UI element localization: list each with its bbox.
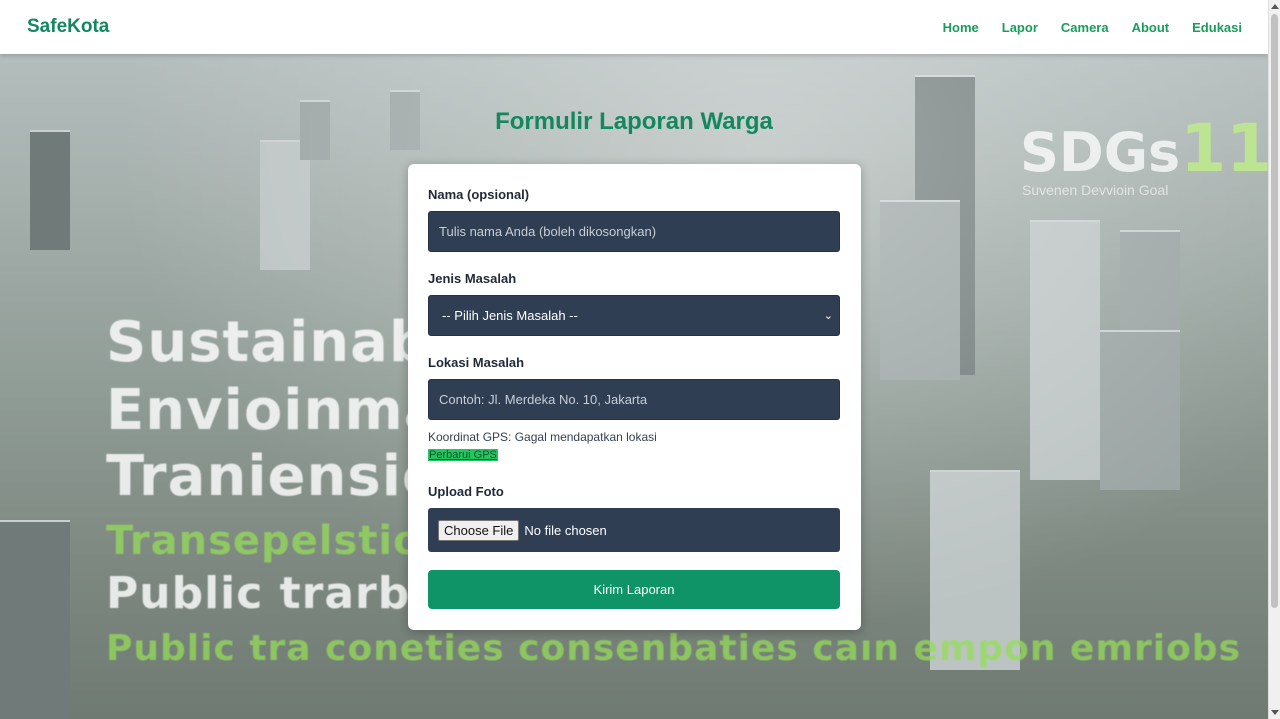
upload-label: Upload Foto (428, 484, 504, 499)
nav-link-about[interactable]: About (1132, 20, 1170, 35)
scroll-down-icon[interactable] (1271, 710, 1279, 715)
refresh-gps-link[interactable]: Perbarui GPS (428, 449, 498, 461)
location-input[interactable]: Contoh: Jl. Merdeka No. 10, Jakarta (428, 379, 840, 420)
issue-type-selected: -- Pilih Jenis Masalah -- (442, 308, 578, 323)
page-title: Formulir Laporan Warga (495, 108, 773, 135)
brand-logo[interactable]: SafeKota (27, 16, 109, 38)
file-status: No file chosen (524, 522, 607, 538)
name-input[interactable]: Tulis nama Anda (boleh dikosongkan) (428, 211, 840, 252)
nav-link-home[interactable]: Home (943, 20, 979, 35)
page-scrollbar[interactable] (1268, 0, 1280, 719)
nav-link-lapor[interactable]: Lapor (1002, 20, 1038, 35)
nav-link-camera[interactable]: Camera (1061, 20, 1109, 35)
submit-report-button[interactable]: Kirim Laporan (428, 570, 840, 609)
choose-file-button[interactable]: Choose File (438, 519, 520, 541)
navbar: SafeKota Home Lapor Camera About Edukasi (0, 0, 1268, 54)
location-label: Lokasi Masalah (428, 355, 525, 370)
issue-type-label: Jenis Masalah (428, 271, 517, 286)
report-form-card: Nama (opsional) Tulis nama Anda (boleh d… (408, 164, 861, 630)
issue-type-select[interactable]: -- Pilih Jenis Masalah -- ⌄ (428, 295, 840, 336)
nav-links: Home Lapor Camera About Edukasi (920, 20, 1242, 35)
chevron-down-icon: ⌄ (823, 310, 833, 322)
background-caption-line: Public tra coneties consenbaties caın em… (106, 628, 1242, 669)
background-caption-line: Transepelstion (106, 518, 452, 564)
sdg-logo-subtitle: Suvenen Devvioin Goal (1022, 182, 1169, 198)
gps-status: Koordinat GPS: Gagal mendapatkan lokasi (428, 430, 657, 444)
scrollbar-thumb[interactable] (1271, 14, 1278, 608)
scroll-up-icon[interactable] (1271, 4, 1279, 9)
nav-link-edukasi[interactable]: Edukasi (1192, 20, 1242, 35)
photo-file-input[interactable]: Choose File No file chosen (428, 508, 840, 552)
name-label: Nama (opsional) (428, 187, 530, 202)
